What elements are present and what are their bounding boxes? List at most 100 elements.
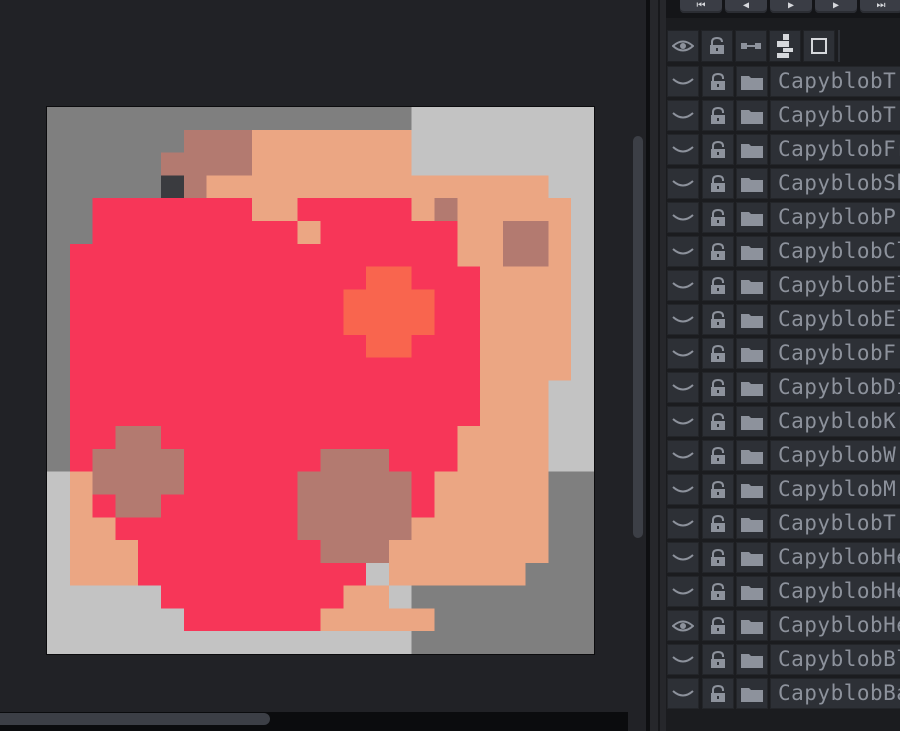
layer-group-toggle[interactable] [736, 236, 768, 267]
sprite-canvas[interactable] [47, 107, 594, 654]
layer-group-toggle[interactable] [736, 440, 768, 471]
layer-name[interactable]: CapyblobDi [770, 372, 900, 403]
layer-visibility-toggle[interactable] [667, 202, 699, 233]
layer-name[interactable]: CapyblobM [770, 474, 900, 505]
layer-row[interactable]: CapyblobCl [666, 234, 900, 268]
layer-lock-toggle[interactable] [702, 678, 734, 709]
layer-row[interactable]: CapyblobBa [666, 676, 900, 710]
layer-group-toggle[interactable] [736, 134, 768, 165]
layer-name[interactable]: CapyblobBa [770, 678, 900, 709]
layer-row[interactable]: CapyblobFr [666, 132, 900, 166]
layer-visibility-toggle[interactable] [667, 406, 699, 437]
layer-row[interactable]: CapyblobBl [666, 642, 900, 676]
layer-name[interactable]: CapyblobT [770, 100, 900, 131]
layer-lock-toggle[interactable] [702, 542, 734, 573]
layer-name[interactable]: CapyblobT [770, 66, 900, 97]
canvas-area[interactable] [0, 0, 628, 712]
layer-visibility-toggle[interactable] [667, 576, 699, 607]
layer-name[interactable]: CapyblobT [770, 508, 900, 539]
layer-row[interactable]: CapyblobHe [666, 608, 900, 642]
layer-row[interactable]: CapyblobHe [666, 540, 900, 574]
layer-visibility-toggle[interactable] [667, 236, 699, 267]
layer-group-toggle[interactable] [736, 372, 768, 403]
layer-name[interactable]: CapyblobHe [770, 576, 900, 607]
layer-lock-toggle[interactable] [702, 338, 734, 369]
layer-visibility-toggle[interactable] [667, 644, 699, 675]
layer-visibility-toggle[interactable] [667, 372, 699, 403]
layer-lock-toggle[interactable] [702, 406, 734, 437]
layer-lock-toggle[interactable] [702, 576, 734, 607]
layer-group-toggle[interactable] [736, 66, 768, 97]
layer-name[interactable]: CapyblobHe [770, 610, 900, 641]
frame-button[interactable] [803, 30, 835, 62]
layer-name[interactable]: CapyblobKr [770, 406, 900, 437]
layer-lock-toggle[interactable] [702, 644, 734, 675]
layer-group-toggle[interactable] [736, 576, 768, 607]
layer-group-toggle[interactable] [736, 304, 768, 335]
layer-group-toggle[interactable] [736, 270, 768, 301]
layer-row[interactable]: CapyblobT [666, 98, 900, 132]
layer-group-toggle[interactable] [736, 678, 768, 709]
layers-toggle-button[interactable] [769, 30, 801, 62]
layer-lock-toggle[interactable] [702, 66, 734, 97]
first-frame-button[interactable]: ⏮ [680, 0, 722, 13]
layer-name[interactable]: CapyblobSh [770, 168, 900, 199]
layer-visibility-toggle[interactable] [667, 440, 699, 471]
layer-visibility-toggle[interactable] [667, 338, 699, 369]
layer-visibility-toggle[interactable] [667, 542, 699, 573]
layer-group-toggle[interactable] [736, 406, 768, 437]
layer-group-toggle[interactable] [736, 644, 768, 675]
layer-visibility-toggle[interactable] [667, 304, 699, 335]
layer-lock-toggle[interactable] [702, 168, 734, 199]
layer-visibility-toggle[interactable] [667, 66, 699, 97]
layer-lock-toggle[interactable] [702, 236, 734, 267]
layer-lock-toggle[interactable] [702, 134, 734, 165]
layer-row[interactable]: CapyblobM [666, 472, 900, 506]
layer-row[interactable]: CapyblobKr [666, 404, 900, 438]
vertical-scrollbar-thumb[interactable] [633, 136, 643, 538]
last-frame-button[interactable]: ⏭ [860, 0, 900, 13]
layer-row[interactable]: CapyblobT [666, 64, 900, 98]
layer-name[interactable]: CapyblobBl [770, 644, 900, 675]
layer-group-toggle[interactable] [736, 168, 768, 199]
layer-visibility-toggle[interactable] [667, 610, 699, 641]
layer-row[interactable]: CapyblobEl [666, 302, 900, 336]
layer-row[interactable]: CapyblobP [666, 200, 900, 234]
layer-group-toggle[interactable] [736, 100, 768, 131]
layer-group-toggle[interactable] [736, 474, 768, 505]
next-frame-button[interactable]: ▶ [815, 0, 857, 13]
layer-row[interactable]: CapyblobW [666, 438, 900, 472]
layer-group-toggle[interactable] [736, 610, 768, 641]
layer-name[interactable]: CapyblobEl [770, 270, 900, 301]
link-cels-button[interactable] [735, 30, 767, 62]
layer-row[interactable]: CapyblobDi [666, 370, 900, 404]
layer-group-toggle[interactable] [736, 202, 768, 233]
layer-name[interactable]: CapyblobEl [770, 304, 900, 335]
toggle-all-visibility-button[interactable] [667, 30, 699, 62]
prev-frame-button[interactable]: ◀ [725, 0, 767, 13]
layer-visibility-toggle[interactable] [667, 168, 699, 199]
layer-name[interactable]: CapyblobF [770, 338, 900, 369]
layer-lock-toggle[interactable] [702, 270, 734, 301]
layer-lock-toggle[interactable] [702, 440, 734, 471]
layer-visibility-toggle[interactable] [667, 678, 699, 709]
play-button[interactable]: ▶ [770, 0, 812, 13]
layer-lock-toggle[interactable] [702, 610, 734, 641]
layer-group-toggle[interactable] [736, 338, 768, 369]
layer-row[interactable]: CapyblobHe [666, 574, 900, 608]
layer-name[interactable]: CapyblobCl [770, 236, 900, 267]
layer-visibility-toggle[interactable] [667, 100, 699, 131]
layer-row[interactable]: CapyblobT [666, 506, 900, 540]
layer-visibility-toggle[interactable] [667, 474, 699, 505]
layer-lock-toggle[interactable] [702, 474, 734, 505]
layer-row[interactable]: CapyblobEl [666, 268, 900, 302]
layer-name[interactable]: CapyblobW [770, 440, 900, 471]
layer-lock-toggle[interactable] [702, 202, 734, 233]
layer-lock-toggle[interactable] [702, 372, 734, 403]
layer-visibility-toggle[interactable] [667, 508, 699, 539]
layer-name[interactable]: CapyblobP [770, 202, 900, 233]
layer-visibility-toggle[interactable] [667, 270, 699, 301]
layer-group-toggle[interactable] [736, 542, 768, 573]
horizontal-scrollbar-thumb[interactable] [0, 713, 270, 725]
layer-row[interactable]: CapyblobF [666, 336, 900, 370]
